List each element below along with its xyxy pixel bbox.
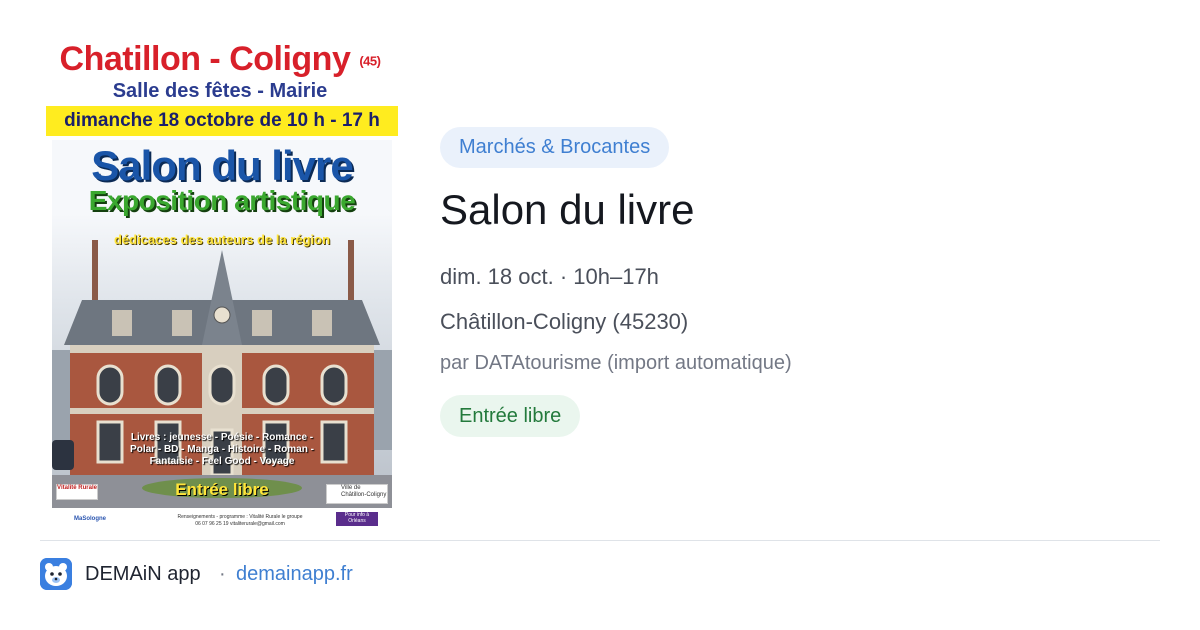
event-title: Salon du livre [440,186,695,233]
category-badge[interactable]: Marchés & Brocantes [440,127,670,168]
bear-app-icon[interactable] [40,558,72,590]
poster-town-title: Chatillon - Coligny (45) [59,40,381,78]
app-name: DEMAiN app [85,563,201,585]
facebook-tag: MaSologne [74,516,107,522]
poster-dedication: dédicaces des auteurs de la région [113,232,331,247]
event-organizer: par DATAtourisme (import automatique) [440,352,792,374]
footer-divider [40,540,1160,541]
poster-townhall-photo: Salon du livre Exposition artistique déd… [52,140,392,508]
vitalite-rurale-logo: Vitalité Rurale [56,484,98,500]
event-location: Châtillon-Coligny (45230) [440,309,689,334]
event-poster-image[interactable]: Chatillon - Coligny (45) Salle des fêtes… [40,40,400,530]
poster-main-title: Salon du livre [91,142,353,189]
poster-venue: Salle des fêtes - Mairie [112,80,328,102]
event-date-time: dim. 18 oct. · 10h–17h [440,264,659,289]
ville-logo: Ville de Châtillon-Coligny [326,484,388,504]
poster-date-band: dimanche 18 octobre de 10 h - 17 h [46,106,398,136]
price-badge: Entrée libre [440,395,581,437]
poster-subtitle: Exposition artistique [88,185,356,216]
footer-separator: · [219,563,226,585]
poster-contact-line: Renseignements - programme : Vitalité Ru… [177,514,303,527]
poster-genres: Livres : jeunesse - Poésie - Romance - P… [130,432,314,467]
orleans-tag: Pour info à Orléans [336,512,378,526]
app-website-link[interactable]: demainapp.fr [236,563,353,586]
